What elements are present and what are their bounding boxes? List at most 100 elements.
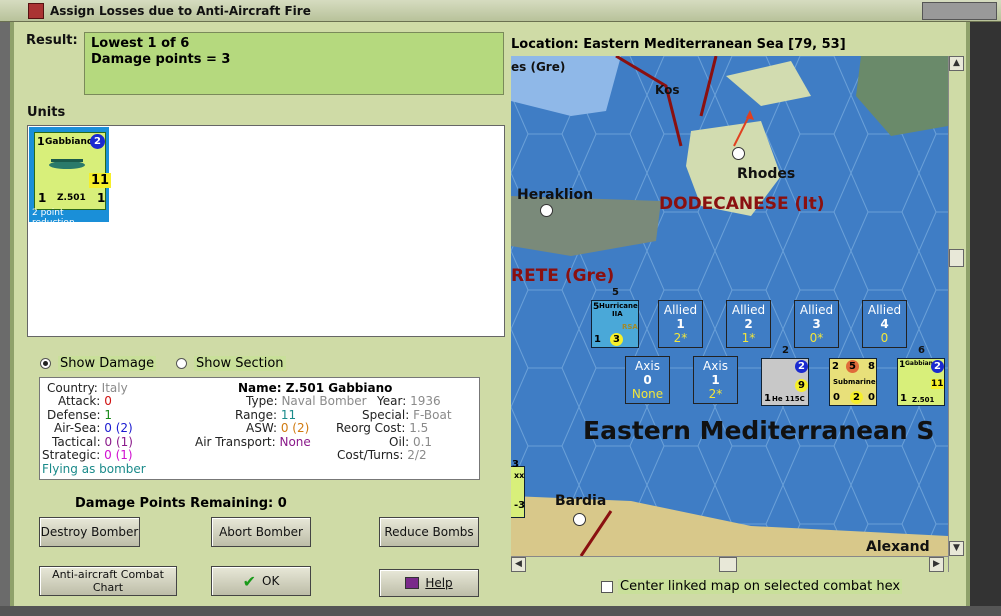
center-map-label[interactable]: Center linked map on selected combat hex <box>618 579 903 594</box>
app-icon <box>28 3 44 19</box>
allied-side: Allied <box>663 303 698 317</box>
show-damage-label[interactable]: Show Damage <box>58 356 157 371</box>
result-box: Lowest 1 of 6 Damage points = 3 <box>84 32 504 95</box>
result-line2: Damage points = 3 <box>91 52 231 67</box>
show-section-label[interactable]: Show Section <box>194 356 286 371</box>
asw-value: 0 (2) <box>280 421 310 435</box>
gab-model: Z.501 <box>912 396 935 404</box>
scroll-thumb-v[interactable] <box>949 249 964 267</box>
oil-key: Oil: <box>389 435 410 449</box>
damage-label: Damage Points Remaining: <box>75 496 274 511</box>
strategic-value: 0 (1) <box>104 448 133 462</box>
special-key: Special: <box>362 408 410 422</box>
axis-box-0[interactable]: Axis 0 None <box>625 356 670 404</box>
hurricane-counter[interactable]: 5 5 Hurricane IIA RSA 1 3 <box>591 287 639 348</box>
allied-box-4[interactable]: Allied 4 0 <box>862 300 907 348</box>
map-label-bardia: Bardia <box>555 493 607 509</box>
he115-stack: 2 <box>782 345 789 356</box>
hurricane-circle: 3 <box>610 333 623 346</box>
range-value: 11 <box>280 408 297 422</box>
damage-value: 0 <box>277 496 287 511</box>
bottom-scrollbar[interactable] <box>0 606 1001 616</box>
sub-tl: 2 <box>832 361 839 372</box>
airtrans-value: None <box>279 435 311 449</box>
unit-info-panel: Country: Italy Attack: 0 Defense: 1 Air-… <box>39 377 480 480</box>
hurricane-bl: 1 <box>594 334 601 345</box>
sub-b1: 0 <box>833 392 840 403</box>
allied-box-2[interactable]: Allied 2 1* <box>726 300 771 348</box>
axis-box-1[interactable]: Axis 1 2* <box>693 356 738 404</box>
counter-circle: 2 <box>90 134 105 149</box>
map-horizontal-scrollbar[interactable]: ◀ ▶ <box>511 556 948 572</box>
axis-val: None <box>631 387 664 401</box>
he115-name: He 115C <box>772 395 805 403</box>
aa-combat-chart-button[interactable]: Anti-aircraft Combat Chart <box>39 566 177 596</box>
reorg-key: Reorg Cost: <box>336 421 406 435</box>
axis-side: Axis <box>635 359 660 373</box>
axis-val: 2* <box>708 387 723 401</box>
map-label-dodecanese: DODECANESE (It) <box>659 194 825 214</box>
hurricane-variant: IIA <box>612 310 623 318</box>
scroll-right-button[interactable]: ▶ <box>929 557 944 572</box>
allied-num: 1 <box>676 317 685 331</box>
gab-circle: 2 <box>931 360 944 373</box>
oil-value: 0.1 <box>412 435 433 449</box>
country-key: Country: <box>47 381 98 395</box>
tactical-key: Tactical: <box>52 435 101 449</box>
center-map-checkbox[interactable] <box>601 581 613 593</box>
sub-name: Submarine <box>833 378 876 386</box>
map-label-alexand: Alexand <box>866 539 930 555</box>
help-button[interactable]: Help <box>379 569 479 597</box>
hurricane-name: Hurricane <box>599 302 638 310</box>
gab-stack: 6 <box>918 345 925 356</box>
destroy-bomber-button[interactable]: Destroy Bomber <box>39 517 140 547</box>
map-label-sea: Eastern Mediterranean S <box>583 416 935 445</box>
counter-name: Gabbiano <box>45 137 94 147</box>
flying-as-bomber: Flying as bomber <box>42 462 146 476</box>
window-buttons[interactable] <box>922 2 997 20</box>
submarine-counter[interactable]: 2 5 8 Submarine 0 2 0 <box>829 358 877 406</box>
left-edge-counter[interactable]: 3 xx -3 <box>511 459 525 518</box>
location-header: Location: Eastern Mediterranean Sea [79,… <box>511 37 846 52</box>
axis-side: Axis <box>703 359 728 373</box>
ok-button[interactable]: ✔ OK <box>211 566 311 596</box>
scroll-thumb-h[interactable] <box>719 557 737 572</box>
map-label-kos: Kos <box>655 83 680 97</box>
abort-bomber-button[interactable]: Abort Bomber <box>211 517 311 547</box>
map-label-gre-top: es (Gre) <box>511 60 566 74</box>
scroll-down-button[interactable]: ▼ <box>949 541 964 556</box>
scroll-up-button[interactable]: ▲ <box>949 56 964 71</box>
allied-num: 4 <box>880 317 889 331</box>
map-vertical-scrollbar[interactable]: ▲ ▼ <box>948 56 964 572</box>
help-label: Help <box>425 576 453 590</box>
ok-label: OK <box>262 574 280 588</box>
allied-box-3[interactable]: Allied 3 0* <box>794 300 839 348</box>
scroll-left-button[interactable]: ◀ <box>511 557 526 572</box>
name-value: Z.501 Gabbiano <box>285 381 393 395</box>
allied-side: Allied <box>799 303 834 317</box>
allied-box-1[interactable]: Allied 1 2* <box>658 300 703 348</box>
port-icon-heraklion <box>540 204 553 217</box>
port-icon-bardia <box>573 513 586 526</box>
result-line1: Lowest 1 of 6 <box>91 36 190 51</box>
location-label: Location: <box>511 37 579 52</box>
show-damage-radio[interactable] <box>40 358 51 369</box>
cost-key: Cost/Turns: <box>337 448 404 462</box>
he115-counter[interactable]: 2 2 9 1 He 115C <box>761 345 809 406</box>
location-value: Eastern Mediterranean Sea [79, 53] <box>583 37 846 52</box>
show-section-radio[interactable] <box>176 358 187 369</box>
map-label-rhodes: Rhodes <box>737 166 796 182</box>
allied-val: 0 <box>880 331 889 345</box>
country-value: Italy <box>101 381 128 395</box>
help-book-icon <box>405 577 420 589</box>
background-window <box>970 22 1001 616</box>
unit-reduction-note: 2 point reduction. <box>32 208 78 228</box>
he115-val: 9 <box>795 379 808 392</box>
check-icon: ✔ <box>242 571 257 591</box>
he115-bl: 1 <box>764 393 771 404</box>
reduce-bombs-button[interactable]: Reduce Bombs <box>379 517 479 547</box>
attack-key: Attack: <box>58 394 101 408</box>
linked-map[interactable]: es (Gre) Kos Rhodes Heraklion DODECANESE… <box>511 56 948 556</box>
sub-b3: 0 <box>868 392 875 403</box>
gabbiano-map-counter[interactable]: 6 1 Gabbiano 2 11 1 Z.501 <box>897 345 945 406</box>
